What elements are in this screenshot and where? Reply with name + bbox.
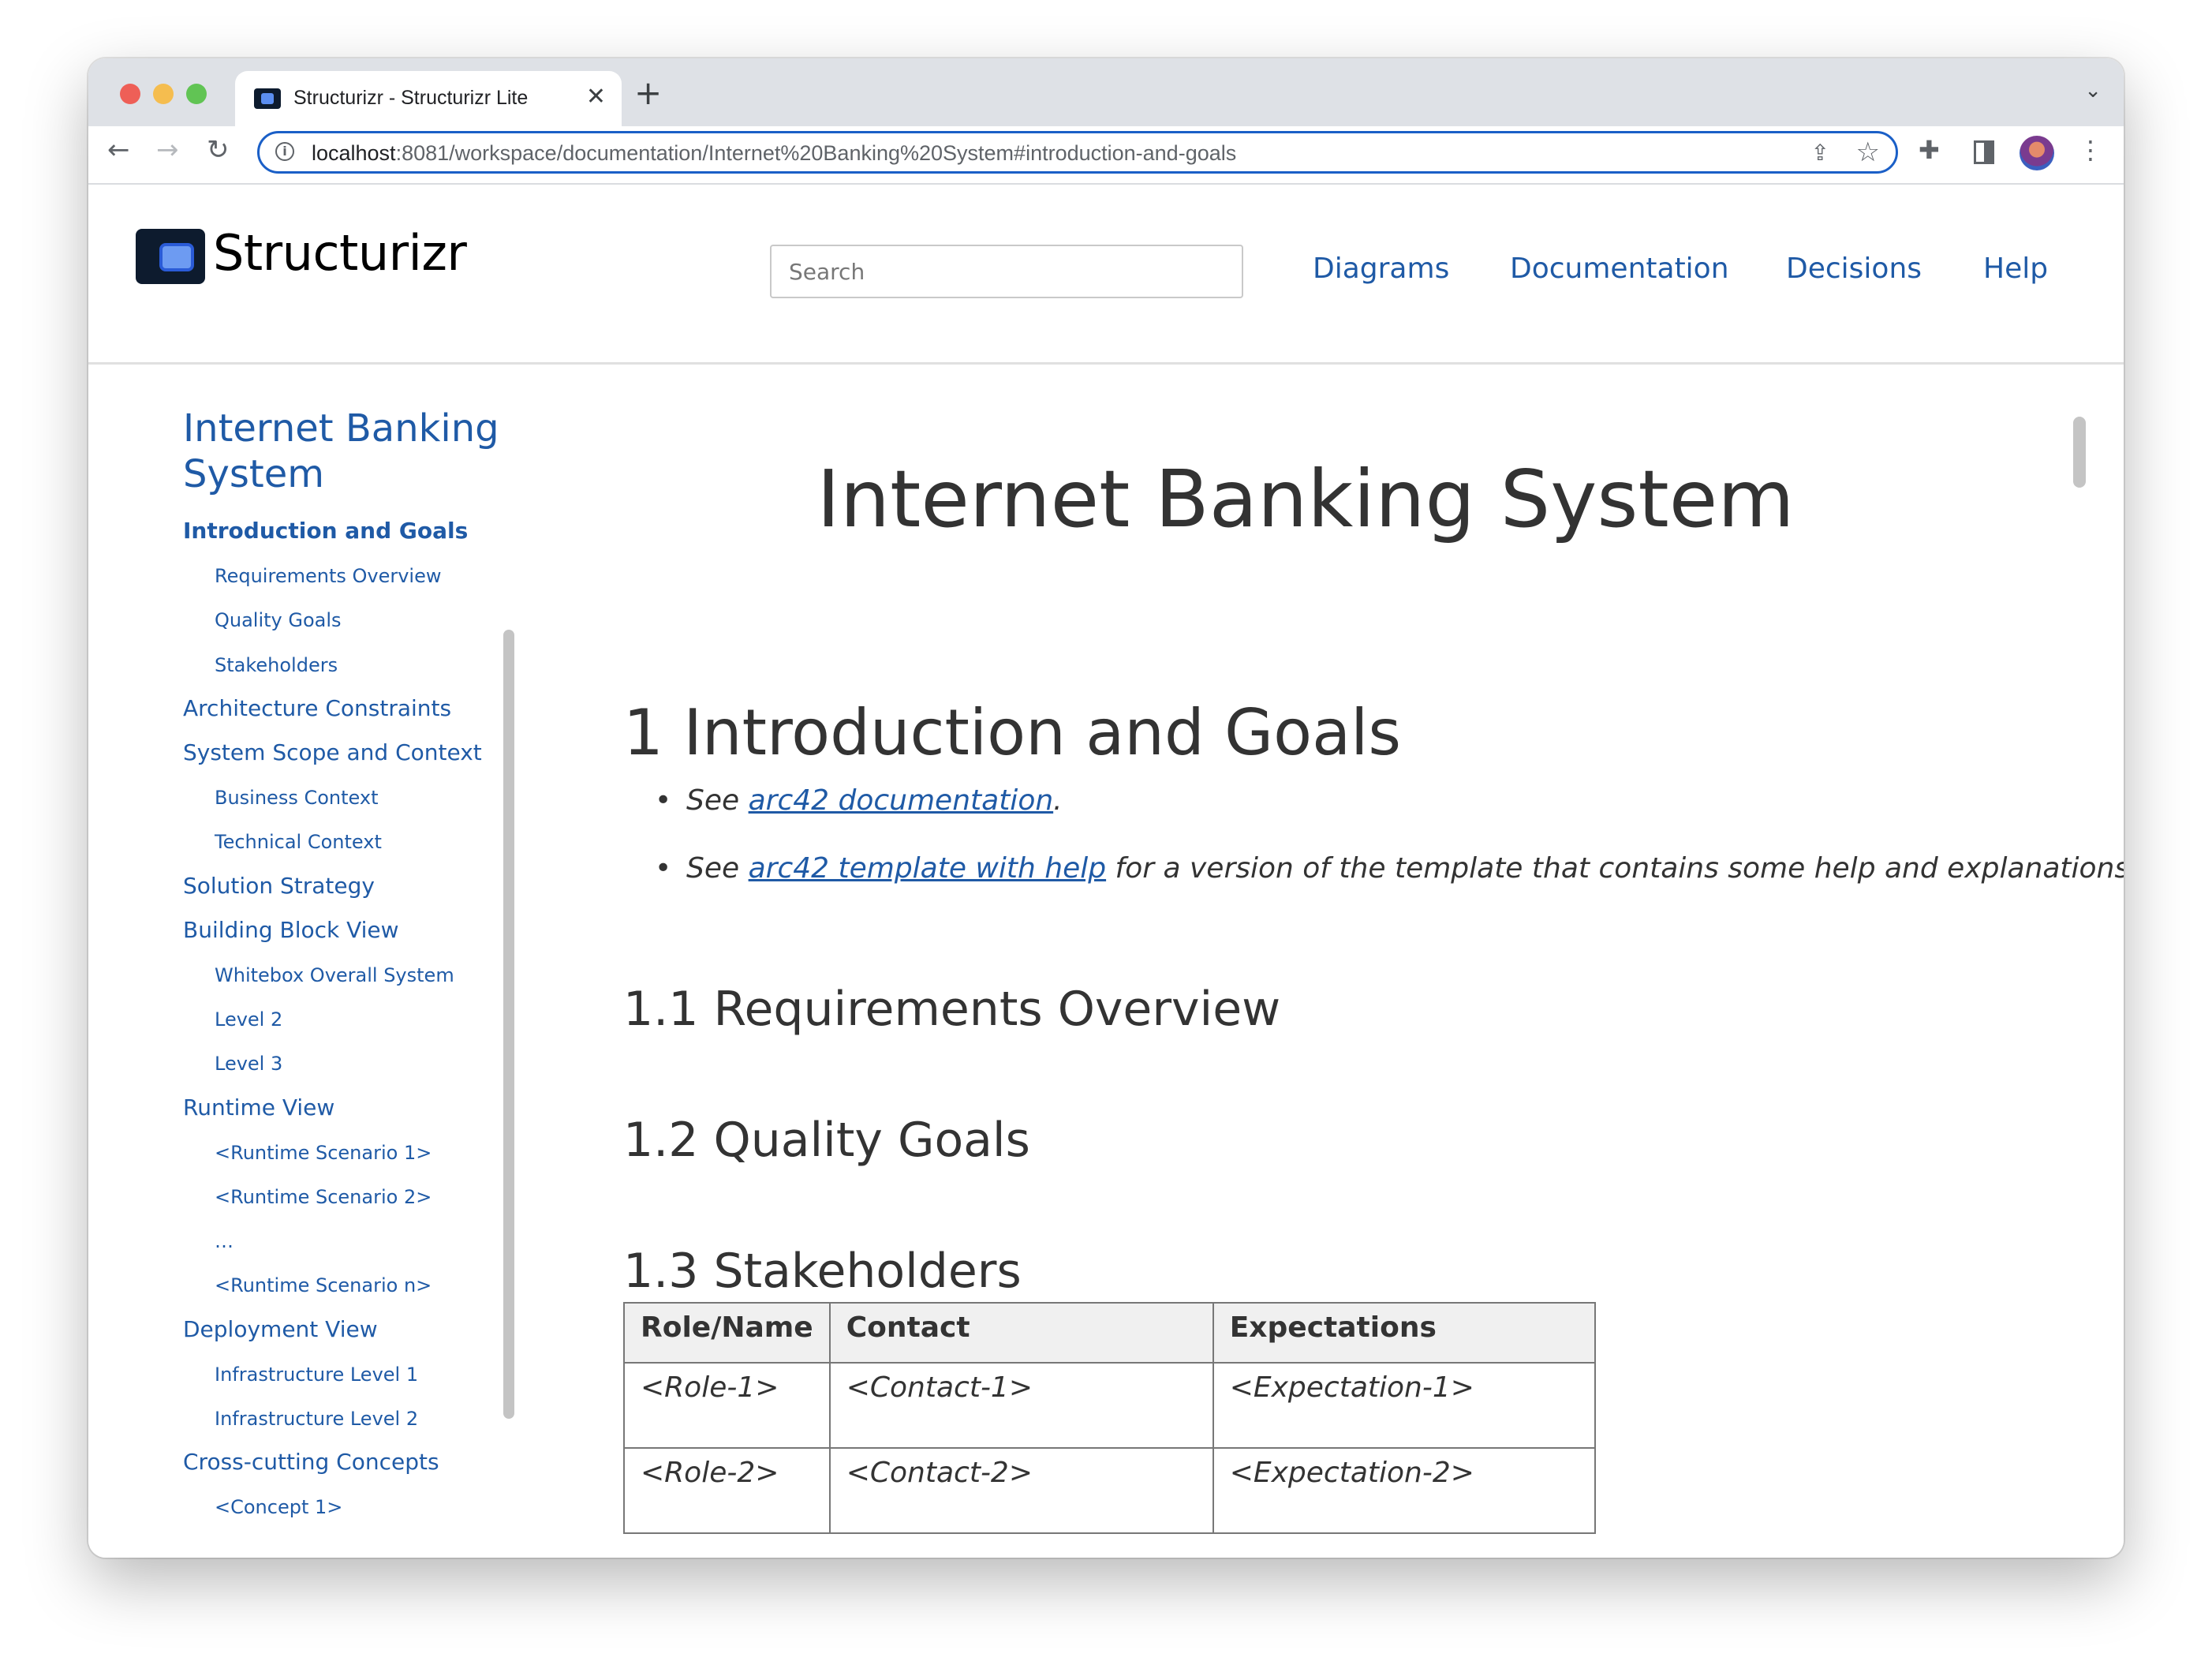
nav-decisions-link[interactable]: Decisions <box>1786 253 1922 285</box>
minimize-window-button[interactable] <box>153 84 174 104</box>
requirements-overview-heading: 1.1 Requirements Overview <box>623 982 1281 1037</box>
sidebar-subsection-link[interactable]: <Runtime Scenario 2> <box>215 1186 432 1208</box>
browser-window: Structurizr - Structurizr Lite ✕ + ⌄ ← →… <box>88 58 2124 1558</box>
sidebar-subsection-link[interactable]: <Concept 1> <box>215 1496 342 1518</box>
bullet-dot-icon: • <box>655 784 672 817</box>
bullet-prefix: See <box>686 784 749 817</box>
table-cell: <Contact-2> <box>828 1447 1214 1534</box>
sidebar-subsection-link[interactable]: <Runtime Scenario n> <box>215 1274 432 1296</box>
sidebar-subsection-link[interactable]: Business Context <box>215 787 378 809</box>
sidebar-subsection-link[interactable]: Stakeholders <box>215 654 338 676</box>
table-cell: <Role-1> <box>623 1362 831 1449</box>
url-text[interactable]: localhost:8081/workspace/documentation/I… <box>312 141 1236 166</box>
bookmark-star-icon[interactable]: ☆ <box>1856 137 1880 168</box>
nav-documentation-link[interactable]: Documentation <box>1510 253 1729 285</box>
sidebar-section-link[interactable]: Cross-cutting Concepts <box>183 1449 439 1475</box>
sidebar-subsection-link[interactable]: … <box>215 1230 234 1252</box>
sidebar-subsection-link[interactable]: Infrastructure Level 2 <box>215 1408 418 1430</box>
table-row: <Role-2> <Contact-2> <Expectation-2> <box>623 1447 1596 1534</box>
table-cell: <Expectation-2> <box>1212 1447 1596 1534</box>
url-host: localhost <box>312 141 396 165</box>
extensions-puzzle-icon[interactable]: ✚ <box>1919 131 1940 169</box>
sidebar-section-link[interactable]: Runtime View <box>183 1094 334 1120</box>
profile-avatar[interactable] <box>2020 136 2054 170</box>
browser-menu-icon[interactable]: ⋮ <box>2078 131 2103 169</box>
table-header-row: Role/Name Contact Expectations <box>623 1302 1596 1364</box>
column-header: Contact <box>828 1302 1214 1364</box>
structurizr-favicon-icon <box>254 88 281 109</box>
site-header: Structurizr Diagrams Documentation Decis… <box>88 185 2124 365</box>
quality-goals-heading: 1.2 Quality Goals <box>623 1113 1030 1168</box>
sidebar-title[interactable]: Internet Banking System <box>183 406 514 497</box>
sidebar-subsection-link[interactable]: <Runtime Scenario 1> <box>215 1142 432 1164</box>
new-tab-icon[interactable]: + <box>634 76 662 110</box>
page-viewport: Structurizr Diagrams Documentation Decis… <box>88 185 2124 1558</box>
sidebar-section-link[interactable]: System Scope and Context <box>183 739 482 765</box>
content-scrollbar[interactable] <box>2073 417 2086 488</box>
tab-title: Structurizr - Structurizr Lite <box>293 87 529 109</box>
documentation-content: Internet Banking System 1 Introduction a… <box>536 406 2124 1558</box>
sidebar-scrollbar[interactable] <box>503 630 514 1419</box>
arc42-template-link[interactable]: arc42 template with help <box>749 852 1107 885</box>
arc42-documentation-link[interactable]: arc42 documentation <box>749 784 1054 817</box>
table-cell: <Contact-1> <box>828 1362 1214 1449</box>
close-tab-icon[interactable]: ✕ <box>586 84 606 110</box>
sidebar-subsection-link[interactable]: Level 3 <box>215 1053 282 1075</box>
search-input[interactable] <box>770 245 1243 298</box>
bullet-suffix: for a version of the template that conta… <box>1106 852 2124 885</box>
bullet-suffix: . <box>1053 784 1063 817</box>
close-window-button[interactable] <box>120 84 140 104</box>
sidebar-subsection-link[interactable]: Technical Context <box>215 831 382 853</box>
share-icon[interactable]: ⇪ <box>1811 140 1829 166</box>
side-panel-icon[interactable] <box>1974 140 1994 164</box>
sidebar-subsection-link[interactable]: Requirements Overview <box>215 565 441 587</box>
sidebar-subsection-link[interactable]: Quality Goals <box>215 609 342 631</box>
bullet-dot-icon: • <box>655 852 672 885</box>
structurizr-logo-icon[interactable] <box>136 229 205 284</box>
sidebar-section-link[interactable]: Introduction and Goals <box>183 518 468 544</box>
forward-arrow-icon[interactable]: → <box>156 131 179 169</box>
logo-text[interactable]: Structurizr <box>213 224 467 282</box>
column-header: Role/Name <box>623 1302 831 1364</box>
tab-strip: Structurizr - Structurizr Lite ✕ + ⌄ <box>88 58 2124 126</box>
browser-tab[interactable]: Structurizr - Structurizr Lite ✕ <box>235 71 622 126</box>
sidebar-subsection-link[interactable]: Infrastructure Level 1 <box>215 1364 418 1386</box>
sidebar-section-link[interactable]: Deployment View <box>183 1316 378 1342</box>
address-bar[interactable]: i localhost:8081/workspace/documentation… <box>257 131 1898 174</box>
site-info-icon[interactable]: i <box>275 142 294 161</box>
sidebar-section-link[interactable]: Solution Strategy <box>183 873 375 899</box>
zoom-window-button[interactable] <box>186 84 207 104</box>
stakeholders-heading: 1.3 Stakeholders <box>623 1244 1022 1299</box>
table-row: <Role-1> <Contact-1> <Expectation-1> <box>623 1362 1596 1449</box>
nav-diagrams-link[interactable]: Diagrams <box>1313 253 1449 285</box>
table-cell: <Role-2> <box>623 1447 831 1534</box>
url-path: :8081/workspace/documentation/Internet%2… <box>395 141 1237 165</box>
sidebar-subsection-link[interactable]: Whitebox Overall System <box>215 964 454 986</box>
sidebar-section-link[interactable]: Building Block View <box>183 917 399 943</box>
documentation-sidebar: Internet Banking System Introduction and… <box>136 406 530 1558</box>
bullet-prefix: See <box>686 852 749 885</box>
page-title: Internet Banking System <box>816 453 1795 545</box>
tab-search-chevron-icon[interactable]: ⌄ <box>2084 79 2102 103</box>
back-arrow-icon[interactable]: ← <box>107 131 130 169</box>
sidebar-subsection-link[interactable]: Level 2 <box>215 1008 282 1031</box>
nav-help-link[interactable]: Help <box>1983 253 2048 285</box>
column-header: Expectations <box>1212 1302 1596 1364</box>
sidebar-section-link[interactable]: Architecture Constraints <box>183 695 451 721</box>
reload-icon[interactable]: ↻ <box>207 131 230 169</box>
section-heading: 1 Introduction and Goals <box>623 696 1402 769</box>
stakeholders-table: Role/Name Contact Expectations <Role-1> … <box>623 1302 1596 1534</box>
table-cell: <Expectation-1> <box>1212 1362 1596 1449</box>
